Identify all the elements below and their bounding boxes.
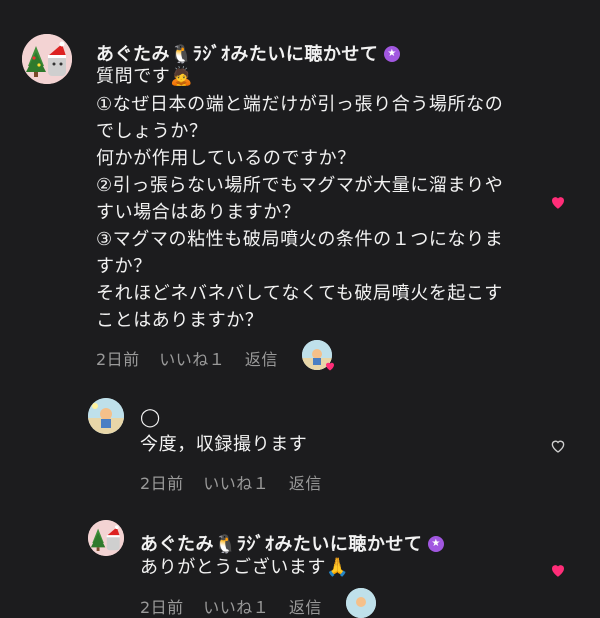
comment-text-line: ①なぜ日本の端と端だけが引っ張り合う場所なの xyxy=(96,94,504,115)
comment-text-line: それほどネバネバしてなくても破局噴火を起こす xyxy=(96,283,503,304)
like-count-link[interactable]: いいね１ xyxy=(203,598,269,617)
author-name[interactable]: あぐたみ🐧ﾗｼﾞｵみたいに聴かせて xyxy=(140,534,422,555)
like-count-link[interactable]: いいね１ xyxy=(203,474,269,493)
comment-text-line: 今度，収録撮ります xyxy=(140,434,308,455)
comment-text-line: ありがとうございます🙏 xyxy=(140,557,350,578)
comment-date: 2日前 xyxy=(96,350,140,369)
heart-outline-icon[interactable] xyxy=(549,437,567,455)
like-count-link[interactable]: いいね１ xyxy=(159,350,225,369)
comment-text-line: ②引っ張らない場所でもマグマが大量に溜まりや xyxy=(96,175,504,196)
beach-avatar-icon[interactable] xyxy=(88,398,124,434)
comment-text-line: すか？ xyxy=(96,256,152,277)
heart-filled-icon[interactable] xyxy=(549,561,567,579)
verified-badge-icon xyxy=(384,46,401,62)
comment-date: 2日前 xyxy=(140,474,184,493)
reply-button[interactable]: 返信 xyxy=(289,474,322,493)
comment-text-line: でしょうか？ xyxy=(96,121,208,142)
comment-meta: 2日前 いいね１ 返信 xyxy=(96,346,292,370)
comment-text-line: ◯ xyxy=(140,407,161,428)
comment-text-line: ③マグマの粘性も破局噴火の条件の１つになりま xyxy=(96,229,504,250)
comment-meta: 2日前 いいね１ 返信 xyxy=(140,470,336,494)
comment-text-line: すい場合はありますか？ xyxy=(96,202,301,223)
comment-author[interactable]: あぐたみ🐧ﾗｼﾞｵみたいに聴かせて xyxy=(96,40,401,66)
comment-author[interactable]: あぐたみ🐧ﾗｼﾞｵみたいに聴かせて xyxy=(140,530,445,556)
comment-text-line: 質問です🙇 xyxy=(96,66,194,87)
reply-button[interactable]: 返信 xyxy=(245,350,278,369)
christmas-avatar-icon[interactable] xyxy=(88,520,124,556)
christmas-avatar-icon[interactable] xyxy=(22,34,72,84)
reply-button[interactable]: 返信 xyxy=(289,598,322,617)
liked-by-creator-heart-icon xyxy=(326,362,334,371)
heart-filled-icon[interactable] xyxy=(549,193,567,211)
comment-text-line: 何かが作用しているのですか？ xyxy=(96,148,356,169)
author-name[interactable]: あぐたみ🐧ﾗｼﾞｵみたいに聴かせて xyxy=(96,44,378,65)
comment-meta: 2日前 いいね１ 返信 xyxy=(140,594,336,618)
verified-badge-icon xyxy=(428,536,445,552)
comment-date: 2日前 xyxy=(140,598,184,617)
creator-liked-avatar-icon xyxy=(346,588,376,618)
comment-text-line: ことはありますか？ xyxy=(96,310,264,331)
